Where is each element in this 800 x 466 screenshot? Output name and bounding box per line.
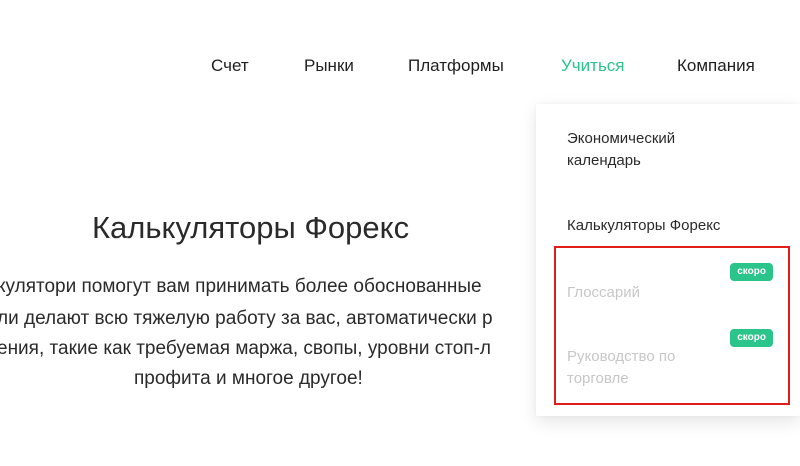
menu-item-economic-calendar[interactable]: Экономический календарь (567, 128, 727, 172)
menu-item-trading-guide: Руководство по торговле (567, 348, 676, 387)
main-nav: Счет Рынки Платформы Учиться Компания (0, 56, 800, 80)
menu-item-glossary: Глоссарий (567, 284, 640, 301)
coming-soon-badge: скоро (730, 263, 773, 281)
nav-item-learn[interactable]: Учиться (561, 56, 625, 76)
hero-text-line: ения, такие как требуемая маржа, свопы, … (0, 338, 492, 359)
learn-dropdown-menu: Экономический календарь Калькуляторы Фор… (536, 104, 800, 416)
nav-item-company[interactable]: Компания (677, 56, 755, 76)
hero-text-line: ли делают всю тяжелую работу за вас, авт… (0, 308, 493, 329)
nav-item-markets[interactable]: Рынки (304, 56, 354, 76)
hero-text-line: профита и многое другое! (134, 368, 363, 389)
menu-item-forex-calculators[interactable]: Калькуляторы Форекс (567, 215, 720, 237)
hero-text-line: кулятори помогут вам принимать более обо… (0, 276, 482, 297)
nav-item-account[interactable]: Счет (211, 56, 249, 76)
coming-soon-badge: скоро (730, 329, 773, 347)
nav-item-platforms[interactable]: Платформы (408, 56, 504, 76)
page-title: Калькуляторы Форекс (92, 210, 410, 245)
